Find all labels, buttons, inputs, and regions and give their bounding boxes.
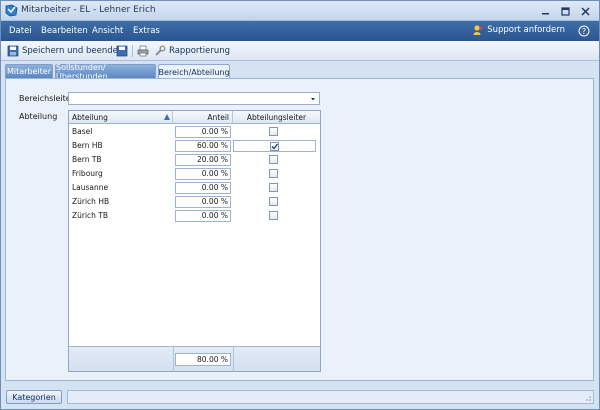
maximize-icon	[560, 6, 570, 16]
anteil-input[interactable]: 0.00 %	[175, 182, 231, 194]
footer-divider	[233, 347, 234, 372]
kategorien-button[interactable]: Kategorien	[6, 390, 62, 404]
abteilung-name: Zürich HB	[72, 197, 110, 206]
anteil-total: 80.00 %	[175, 353, 231, 366]
table-row[interactable]: Basel 0.00 %	[69, 125, 320, 139]
table-row[interactable]: Bern HB 60.00 %	[69, 139, 320, 153]
wrench-icon	[155, 45, 166, 56]
toolbar: Speichern und beenden Rapportierung	[1, 41, 599, 61]
abteilungsleiter-cell	[233, 140, 316, 152]
app-icon	[5, 4, 18, 17]
abteilung-name: Bern HB	[72, 141, 103, 150]
table-row[interactable]: Zürich TB 0.00 %	[69, 209, 320, 223]
abteilungsleiter-checkbox[interactable]	[269, 183, 278, 192]
anteil-input[interactable]: 60.00 %	[175, 140, 231, 152]
abteilung-label: Abteilung	[19, 112, 58, 121]
tab-sollstunden[interactable]: Sollstunden/Überstunden	[55, 63, 156, 81]
menu-bearbeiten[interactable]: Bearbeiten	[41, 26, 88, 36]
abteilung-name: Bern TB	[72, 155, 102, 164]
tab-bereich-abteilung[interactable]: Bereich/Abteilung	[158, 64, 230, 79]
close-button[interactable]	[575, 3, 595, 19]
abteilung-name: Fribourg	[72, 169, 103, 178]
help-icon[interactable]: ?	[578, 25, 590, 37]
window-controls	[535, 3, 595, 19]
abteilungsleiter-cell	[233, 126, 316, 138]
rapportierung-label: Rapportierung	[169, 46, 231, 56]
column-header-abteilung[interactable]: Abteilung	[69, 111, 173, 124]
tab-mitarbeiter[interactable]: Mitarbeiter	[5, 64, 53, 78]
abteilungsleiter-cell	[233, 210, 316, 222]
save-and-close-label: Speichern und beenden	[22, 46, 124, 56]
anteil-input[interactable]: 0.00 %	[175, 168, 231, 180]
abteilung-name: Basel	[72, 127, 93, 136]
minimize-icon	[541, 12, 549, 14]
grid-header: Abteilung Anteil Abteilungsleiter	[69, 111, 320, 124]
support-icon	[473, 25, 483, 35]
window-title: Mitarbeiter - EL - Lehner Erich	[21, 5, 156, 15]
print-icon	[137, 45, 149, 57]
save-button[interactable]	[116, 44, 128, 58]
menu-ansicht[interactable]: Ansicht	[92, 26, 123, 36]
abteilungsleiter-cell	[233, 168, 316, 180]
column-header-anteil[interactable]: Anteil	[173, 111, 233, 124]
abteilungsleiter-checkbox[interactable]	[269, 127, 278, 136]
dropdown-arrow-icon	[311, 98, 315, 101]
anteil-input[interactable]: 0.00 %	[175, 196, 231, 208]
sort-ascending-icon	[164, 114, 170, 120]
abteilung-grid: Abteilung Anteil Abteilungsleiter Basel 0…	[68, 110, 321, 372]
maximize-button[interactable]	[555, 3, 575, 19]
abteilungsleiter-checkbox[interactable]	[269, 211, 278, 220]
menu-bar: Datei Bearbeiten Ansicht Extras Support …	[1, 21, 599, 41]
abteilung-name: Lausanne	[72, 183, 109, 192]
rapportierung-button[interactable]: Rapportierung	[154, 44, 230, 58]
support-label: Support anfordern	[487, 25, 565, 35]
anteil-input[interactable]: 20.00 %	[175, 154, 231, 166]
menu-datei[interactable]: Datei	[9, 26, 32, 36]
column-header-abteilungsleiter[interactable]: Abteilungsleiter	[233, 111, 320, 124]
abteilungsleiter-checkbox[interactable]	[270, 142, 279, 151]
save-icon	[116, 45, 128, 57]
status-field	[67, 390, 594, 404]
save-close-icon	[7, 45, 19, 57]
resize-grip-icon[interactable]	[583, 393, 591, 401]
toolbar-separator	[132, 45, 133, 57]
abteilung-name: Zürich TB	[72, 211, 109, 220]
grid-footer: 80.00 %	[69, 346, 320, 372]
print-button[interactable]	[137, 44, 149, 58]
bereichsleiter-label: Bereichsleiter	[19, 94, 75, 103]
application-window: Mitarbeiter - EL - Lehner Erich Datei Be…	[0, 0, 600, 410]
svg-text:?: ?	[582, 27, 586, 36]
content-panel: Bereichsleiter Abteilung Abteilung Antei…	[5, 78, 594, 381]
table-row[interactable]: Lausanne 0.00 %	[69, 181, 320, 195]
menu-extras[interactable]: Extras	[133, 26, 160, 36]
footer-divider	[173, 347, 174, 372]
anteil-input[interactable]: 0.00 %	[175, 126, 231, 138]
save-and-close-button[interactable]: Speichern und beenden	[7, 44, 123, 58]
table-row[interactable]: Zürich HB 0.00 %	[69, 195, 320, 209]
title-bar: Mitarbeiter - EL - Lehner Erich	[1, 1, 599, 21]
abteilungsleiter-checkbox[interactable]	[269, 197, 278, 206]
table-row[interactable]: Fribourg 0.00 %	[69, 167, 320, 181]
table-row[interactable]: Bern TB 20.00 %	[69, 153, 320, 167]
bereichsleiter-dropdown[interactable]	[68, 92, 320, 105]
abteilungsleiter-cell	[233, 196, 316, 208]
minimize-button[interactable]	[535, 3, 555, 19]
abteilungsleiter-cell	[233, 154, 316, 166]
close-icon	[580, 6, 590, 16]
anteil-input[interactable]: 0.00 %	[175, 210, 231, 222]
abteilungsleiter-checkbox[interactable]	[269, 155, 278, 164]
abteilungsleiter-checkbox[interactable]	[269, 169, 278, 178]
support-button[interactable]: Support anfordern	[472, 24, 565, 36]
abteilungsleiter-cell	[233, 182, 316, 194]
